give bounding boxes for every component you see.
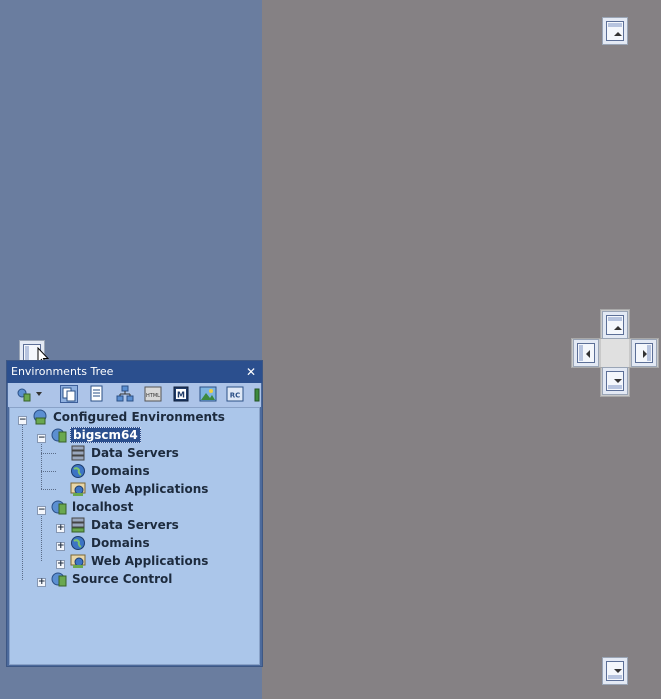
image-button[interactable]: [199, 385, 217, 403]
tree-node-label: Data Servers: [91, 518, 179, 532]
tree-node-label: Data Servers: [91, 446, 179, 460]
tree-node-label: Web Applications: [91, 482, 209, 496]
dock-cross-right-icon: [635, 343, 653, 363]
dock-guide-cross: [571, 309, 659, 397]
document-button[interactable]: [88, 385, 106, 403]
dock-cross-left-icon: [577, 343, 595, 363]
html-icon: HTML: [144, 386, 162, 402]
dock-top-button[interactable]: [602, 17, 628, 45]
expand-toggle-localhost[interactable]: −: [37, 506, 46, 515]
panel-title-bar[interactable]: Environments Tree ✕: [7, 361, 262, 383]
m-icon: M: [173, 386, 189, 402]
rc-icon: RC: [226, 386, 244, 402]
html-button[interactable]: HTML: [144, 385, 162, 403]
image-icon: [199, 386, 217, 402]
tree-node-label-selected: bigscm64: [70, 427, 141, 443]
network-icon: [116, 385, 134, 402]
copy-button[interactable]: [60, 385, 78, 403]
data-servers-icon: [71, 445, 85, 461]
domains-globe-icon: [71, 536, 85, 550]
toolbar-overflow-button[interactable]: [254, 385, 260, 403]
m-button[interactable]: M: [172, 385, 190, 403]
tree-node-label: Web Applications: [91, 554, 209, 568]
dock-cross-top-icon: [606, 315, 624, 335]
environments-dropdown-icon: [17, 388, 42, 402]
close-icon[interactable]: ✕: [246, 361, 256, 383]
tree-node-label: Domains: [91, 464, 150, 478]
environments-dropdown-button[interactable]: [16, 385, 44, 403]
domains-globe-icon: [71, 464, 85, 478]
rc-button[interactable]: RC: [226, 385, 244, 403]
copy-icon: [62, 387, 76, 402]
expand-toggle-localhost-domains[interactable]: +: [56, 542, 65, 551]
overflow-icon: [254, 388, 260, 402]
html-icon-label: HTML: [146, 393, 160, 399]
environments-globe-icon: [33, 409, 47, 425]
data-servers-icon: [71, 517, 85, 533]
panel-toolbar: HTML M RC: [8, 383, 261, 407]
tree-node-label: Source Control: [72, 572, 173, 586]
network-button[interactable]: [116, 385, 134, 403]
document-icon: [90, 385, 103, 402]
tree-node-label: Configured Environments: [53, 410, 225, 424]
expand-toggle-bigscm64[interactable]: −: [37, 434, 46, 443]
dock-bottom-button[interactable]: [602, 657, 628, 685]
server-environment-icon: [51, 500, 67, 515]
tree-node-label: localhost: [72, 500, 134, 514]
environments-tree: − Configured Environments − bigscm64 Dat…: [9, 407, 260, 665]
expand-toggle-source-control[interactable]: +: [37, 578, 46, 587]
web-applications-icon: [70, 554, 86, 568]
expand-toggle-root[interactable]: −: [18, 416, 27, 425]
server-environment-icon: [51, 428, 67, 443]
expand-toggle-localhost-data-servers[interactable]: +: [56, 524, 65, 533]
dock-cross-top-button[interactable]: [602, 311, 628, 339]
m-icon-label: M: [177, 391, 185, 400]
dock-top-icon: [606, 21, 624, 41]
tree-node-label: Domains: [91, 536, 150, 550]
dock-cross-right-button[interactable]: [631, 339, 657, 367]
expand-toggle-localhost-web-applications[interactable]: +: [56, 560, 65, 569]
rc-icon-label: RC: [230, 392, 241, 400]
dock-bottom-icon: [606, 661, 624, 681]
dock-cross-bottom-icon: [606, 371, 624, 391]
panel-title: Environments Tree: [11, 365, 114, 378]
source-control-icon: [51, 572, 67, 587]
dock-cross-bottom-button[interactable]: [602, 367, 628, 395]
dock-cross-left-button[interactable]: [573, 339, 599, 367]
environments-tree-panel: Environments Tree ✕ HTML M RC − Configur…: [6, 360, 263, 667]
web-applications-icon: [70, 482, 86, 496]
